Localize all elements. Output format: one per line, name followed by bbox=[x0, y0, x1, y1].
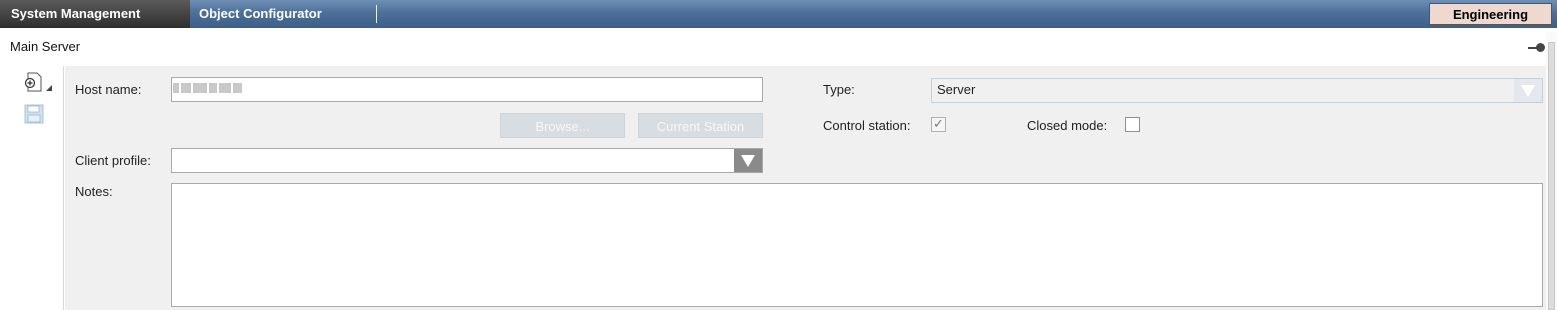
tool-column bbox=[0, 66, 64, 310]
client-profile-select[interactable] bbox=[171, 148, 763, 173]
pin-icon[interactable] bbox=[1528, 42, 1546, 52]
current-station-button[interactable]: Current Station bbox=[638, 113, 763, 138]
control-station-label: Control station: bbox=[823, 118, 911, 133]
tab-object-configurator[interactable]: Object Configurator bbox=[199, 6, 322, 21]
page-title: Main Server bbox=[10, 39, 81, 54]
chevron-down-icon bbox=[1521, 85, 1535, 97]
type-label: Type: bbox=[823, 82, 855, 97]
client-profile-label: Client profile: bbox=[75, 153, 151, 168]
chevron-down-icon bbox=[741, 155, 755, 167]
type-select[interactable] bbox=[931, 78, 1543, 103]
host-name-input[interactable] bbox=[171, 77, 763, 102]
browse-button[interactable]: Browse... bbox=[500, 113, 625, 138]
top-tab-bar: System Management Object Configurator En… bbox=[0, 0, 1557, 28]
type-dropdown-button[interactable] bbox=[1514, 79, 1542, 102]
closed-mode-label: Closed mode: bbox=[1027, 118, 1108, 133]
closed-mode-checkbox[interactable] bbox=[1125, 117, 1140, 132]
save-icon[interactable] bbox=[24, 104, 44, 124]
control-station-checkbox[interactable]: ✓ bbox=[931, 116, 946, 132]
host-name-redacted-value bbox=[173, 82, 245, 96]
vertical-scrollbar[interactable] bbox=[1546, 32, 1557, 310]
engineering-mode-button[interactable]: Engineering bbox=[1429, 3, 1552, 25]
client-profile-dropdown-button[interactable] bbox=[734, 149, 762, 172]
host-name-label: Host name: bbox=[75, 82, 142, 97]
add-object-icon[interactable] bbox=[24, 72, 54, 94]
tab-system-management[interactable]: System Management bbox=[0, 0, 190, 28]
checkmark-icon: ✓ bbox=[933, 116, 944, 131]
notes-textarea[interactable] bbox=[171, 183, 1543, 307]
scrollbar-thumb[interactable] bbox=[1548, 42, 1555, 310]
type-value: Server bbox=[937, 82, 976, 97]
notes-label: Notes: bbox=[75, 184, 113, 199]
tab-divider bbox=[376, 5, 377, 23]
